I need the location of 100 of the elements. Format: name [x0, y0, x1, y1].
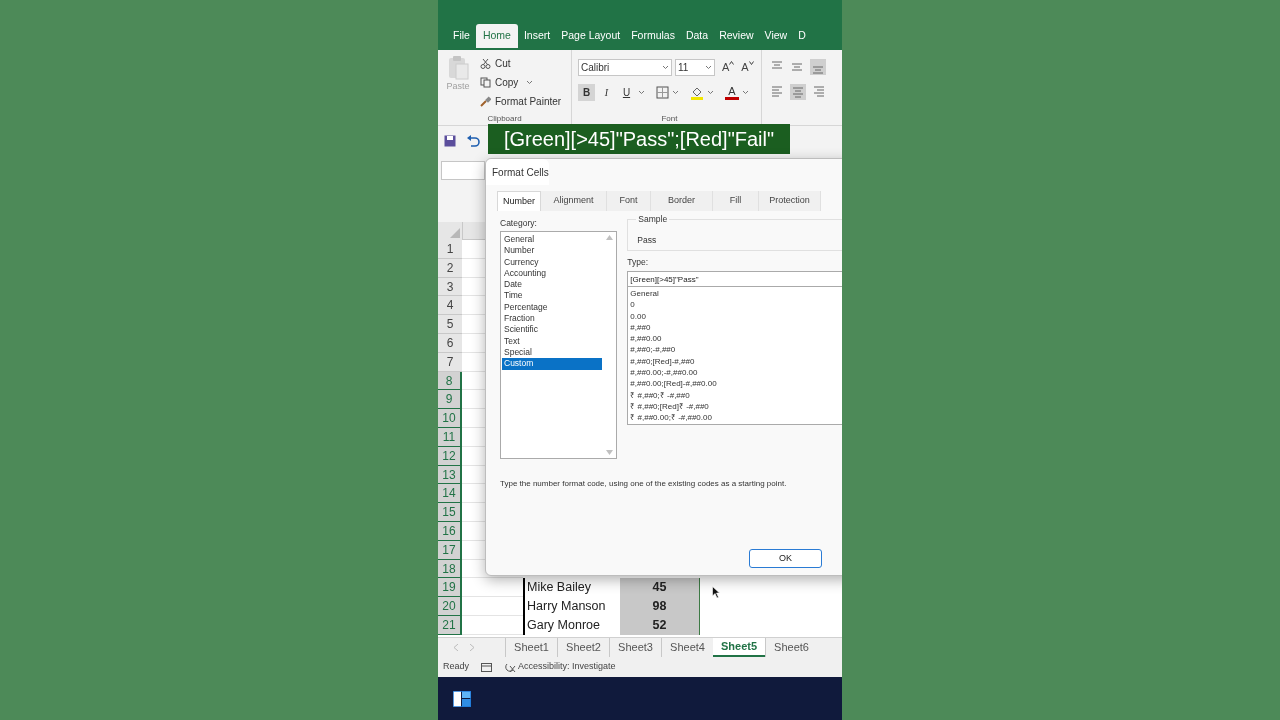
- sample-value: Pass: [636, 234, 658, 248]
- dialog-tab[interactable]: Alignment: [541, 191, 607, 211]
- fill-bucket-icon[interactable]: [690, 85, 704, 100]
- ribbon-tab[interactable]: Data: [680, 24, 714, 48]
- ribbon-tab[interactable]: Review: [714, 24, 759, 48]
- caret-icon: [707, 90, 714, 95]
- scroll-left-icon[interactable]: [454, 644, 459, 651]
- caption-text: [Green][>45]"Pass";[Red]"Fail": [488, 124, 790, 154]
- row-number: 1: [438, 240, 462, 259]
- category-item[interactable]: Special: [502, 346, 603, 359]
- caret-icon: [662, 65, 669, 70]
- dialog-tab[interactable]: Protection: [759, 191, 821, 211]
- format-item[interactable]: 0: [630, 299, 842, 311]
- underline-button[interactable]: U: [618, 84, 635, 101]
- table-cell: 45: [620, 578, 700, 598]
- save-icon[interactable]: [444, 135, 456, 147]
- bold-button[interactable]: B: [578, 84, 595, 101]
- type-field[interactable]: [Green][>45]"Pass": [627, 271, 842, 287]
- ribbon-tab[interactable]: Home: [475, 24, 518, 48]
- font-size-dropdown[interactable]: 11: [675, 59, 715, 76]
- scroll-down-icon[interactable]: [605, 450, 613, 455]
- group-label: Font: [660, 113, 679, 125]
- field-label: Category:: [500, 217, 538, 229]
- category-item[interactable]: General: [502, 234, 603, 246]
- format-item[interactable]: ₹ #,##0;₹ -#,##0: [630, 389, 842, 401]
- format-item[interactable]: #,##0;[Red]-#,##0: [630, 355, 842, 368]
- cut-button[interactable]: Cut: [478, 55, 564, 71]
- ribbon-tab[interactable]: Formulas: [626, 24, 680, 48]
- align-right-icon[interactable]: [812, 84, 826, 98]
- mouse-pointer-icon: [712, 586, 720, 599]
- caret-icon: [526, 79, 534, 85]
- field-label: Type:: [627, 256, 650, 268]
- format-item[interactable]: 0.00: [630, 310, 842, 322]
- font-color-button[interactable]: A: [725, 85, 739, 100]
- caret-icon: [742, 90, 749, 95]
- align-bottom-icon[interactable]: [810, 59, 826, 75]
- category-item[interactable]: Scientific: [502, 324, 603, 336]
- ribbon-tab[interactable]: Insert: [518, 24, 556, 48]
- borders-icon[interactable]: [656, 86, 669, 99]
- category-item[interactable]: Fraction: [502, 313, 603, 325]
- format-item[interactable]: #,##0: [630, 321, 842, 334]
- dialog-tab[interactable]: Border: [651, 191, 713, 211]
- italic-button[interactable]: I: [598, 84, 615, 101]
- category-item[interactable]: Time: [502, 290, 603, 302]
- dialog-tab[interactable]: Fill: [713, 191, 759, 211]
- format-item[interactable]: General: [630, 288, 842, 300]
- row-number: 15: [438, 503, 462, 522]
- calendar-icon[interactable]: [481, 662, 492, 672]
- align-left-icon[interactable]: [770, 84, 784, 98]
- table-cell: 98: [620, 597, 700, 616]
- font-name-dropdown[interactable]: Calibri: [578, 59, 672, 76]
- copy-button[interactable]: Copy: [478, 74, 564, 90]
- category-item[interactable]: Percentage: [502, 301, 603, 314]
- undo-icon[interactable]: [466, 135, 480, 147]
- sheet-tab[interactable]: Sheet5: [713, 638, 765, 657]
- ribbon-tab[interactable]: Page Layout: [556, 24, 626, 48]
- row-number: 4: [438, 296, 462, 316]
- paste-label: Paste: [446, 80, 470, 93]
- category-item[interactable]: Accounting: [502, 267, 603, 280]
- row-number: 5: [438, 315, 462, 334]
- accessibility-button[interactable]: Accessibility: Investigate: [504, 660, 616, 674]
- category-item[interactable]: Text: [502, 335, 603, 347]
- row-number: 20: [438, 597, 462, 616]
- dialog-tab[interactable]: Number: [497, 191, 541, 211]
- start-icon[interactable]: [453, 690, 471, 707]
- caret-icon: [705, 65, 712, 70]
- name-box[interactable]: [441, 161, 485, 180]
- decrease-font-button[interactable]: A: [741, 61, 754, 74]
- format-item[interactable]: #,##0;-#,##0: [630, 344, 842, 356]
- scissors-icon: [480, 57, 491, 69]
- ok-button[interactable]: OK: [749, 549, 822, 568]
- copy-icon: [480, 76, 491, 88]
- format-item[interactable]: #,##0.00: [630, 333, 842, 345]
- accessibility-icon: [504, 661, 516, 673]
- hint-text: Type the number format code, using one of the existing codes as a starting point.: [500, 479, 787, 489]
- ribbon-tab[interactable]: D: [793, 24, 811, 48]
- row-number: 9: [438, 390, 462, 410]
- category-item[interactable]: Custom: [502, 358, 603, 370]
- category-item[interactable]: Date: [502, 279, 603, 291]
- ribbon-tab[interactable]: File: [448, 24, 475, 48]
- group-label: Sample: [636, 213, 670, 225]
- increase-font-button[interactable]: A: [722, 61, 735, 74]
- format-item[interactable]: ₹ #,##0.00;₹ -#,##0.00: [630, 412, 842, 424]
- category-item[interactable]: Currency: [502, 256, 603, 268]
- scroll-right-icon[interactable]: [469, 644, 474, 651]
- category-item[interactable]: Number: [502, 245, 603, 257]
- format-item[interactable]: #,##0.00;-#,##0.00: [630, 367, 842, 379]
- status-text: Ready: [443, 660, 469, 674]
- format-item[interactable]: #,##0.00;[Red]-#,##0.00: [630, 378, 842, 390]
- clipboard-icon: [447, 54, 469, 80]
- row-number: 14: [438, 484, 462, 504]
- align-center-icon[interactable]: [790, 84, 806, 100]
- format-item[interactable]: ₹ #,##0;[Red]₹ -#,##0: [630, 400, 842, 413]
- format-painter-button[interactable]: Format Painter: [478, 93, 564, 109]
- row-number: 19: [438, 578, 462, 598]
- brush-icon: [480, 95, 491, 107]
- scroll-up-icon[interactable]: [605, 235, 613, 240]
- ribbon-tab[interactable]: View: [759, 24, 793, 48]
- select-all-icon[interactable]: [450, 228, 460, 238]
- dialog-tab[interactable]: Font: [607, 191, 651, 211]
